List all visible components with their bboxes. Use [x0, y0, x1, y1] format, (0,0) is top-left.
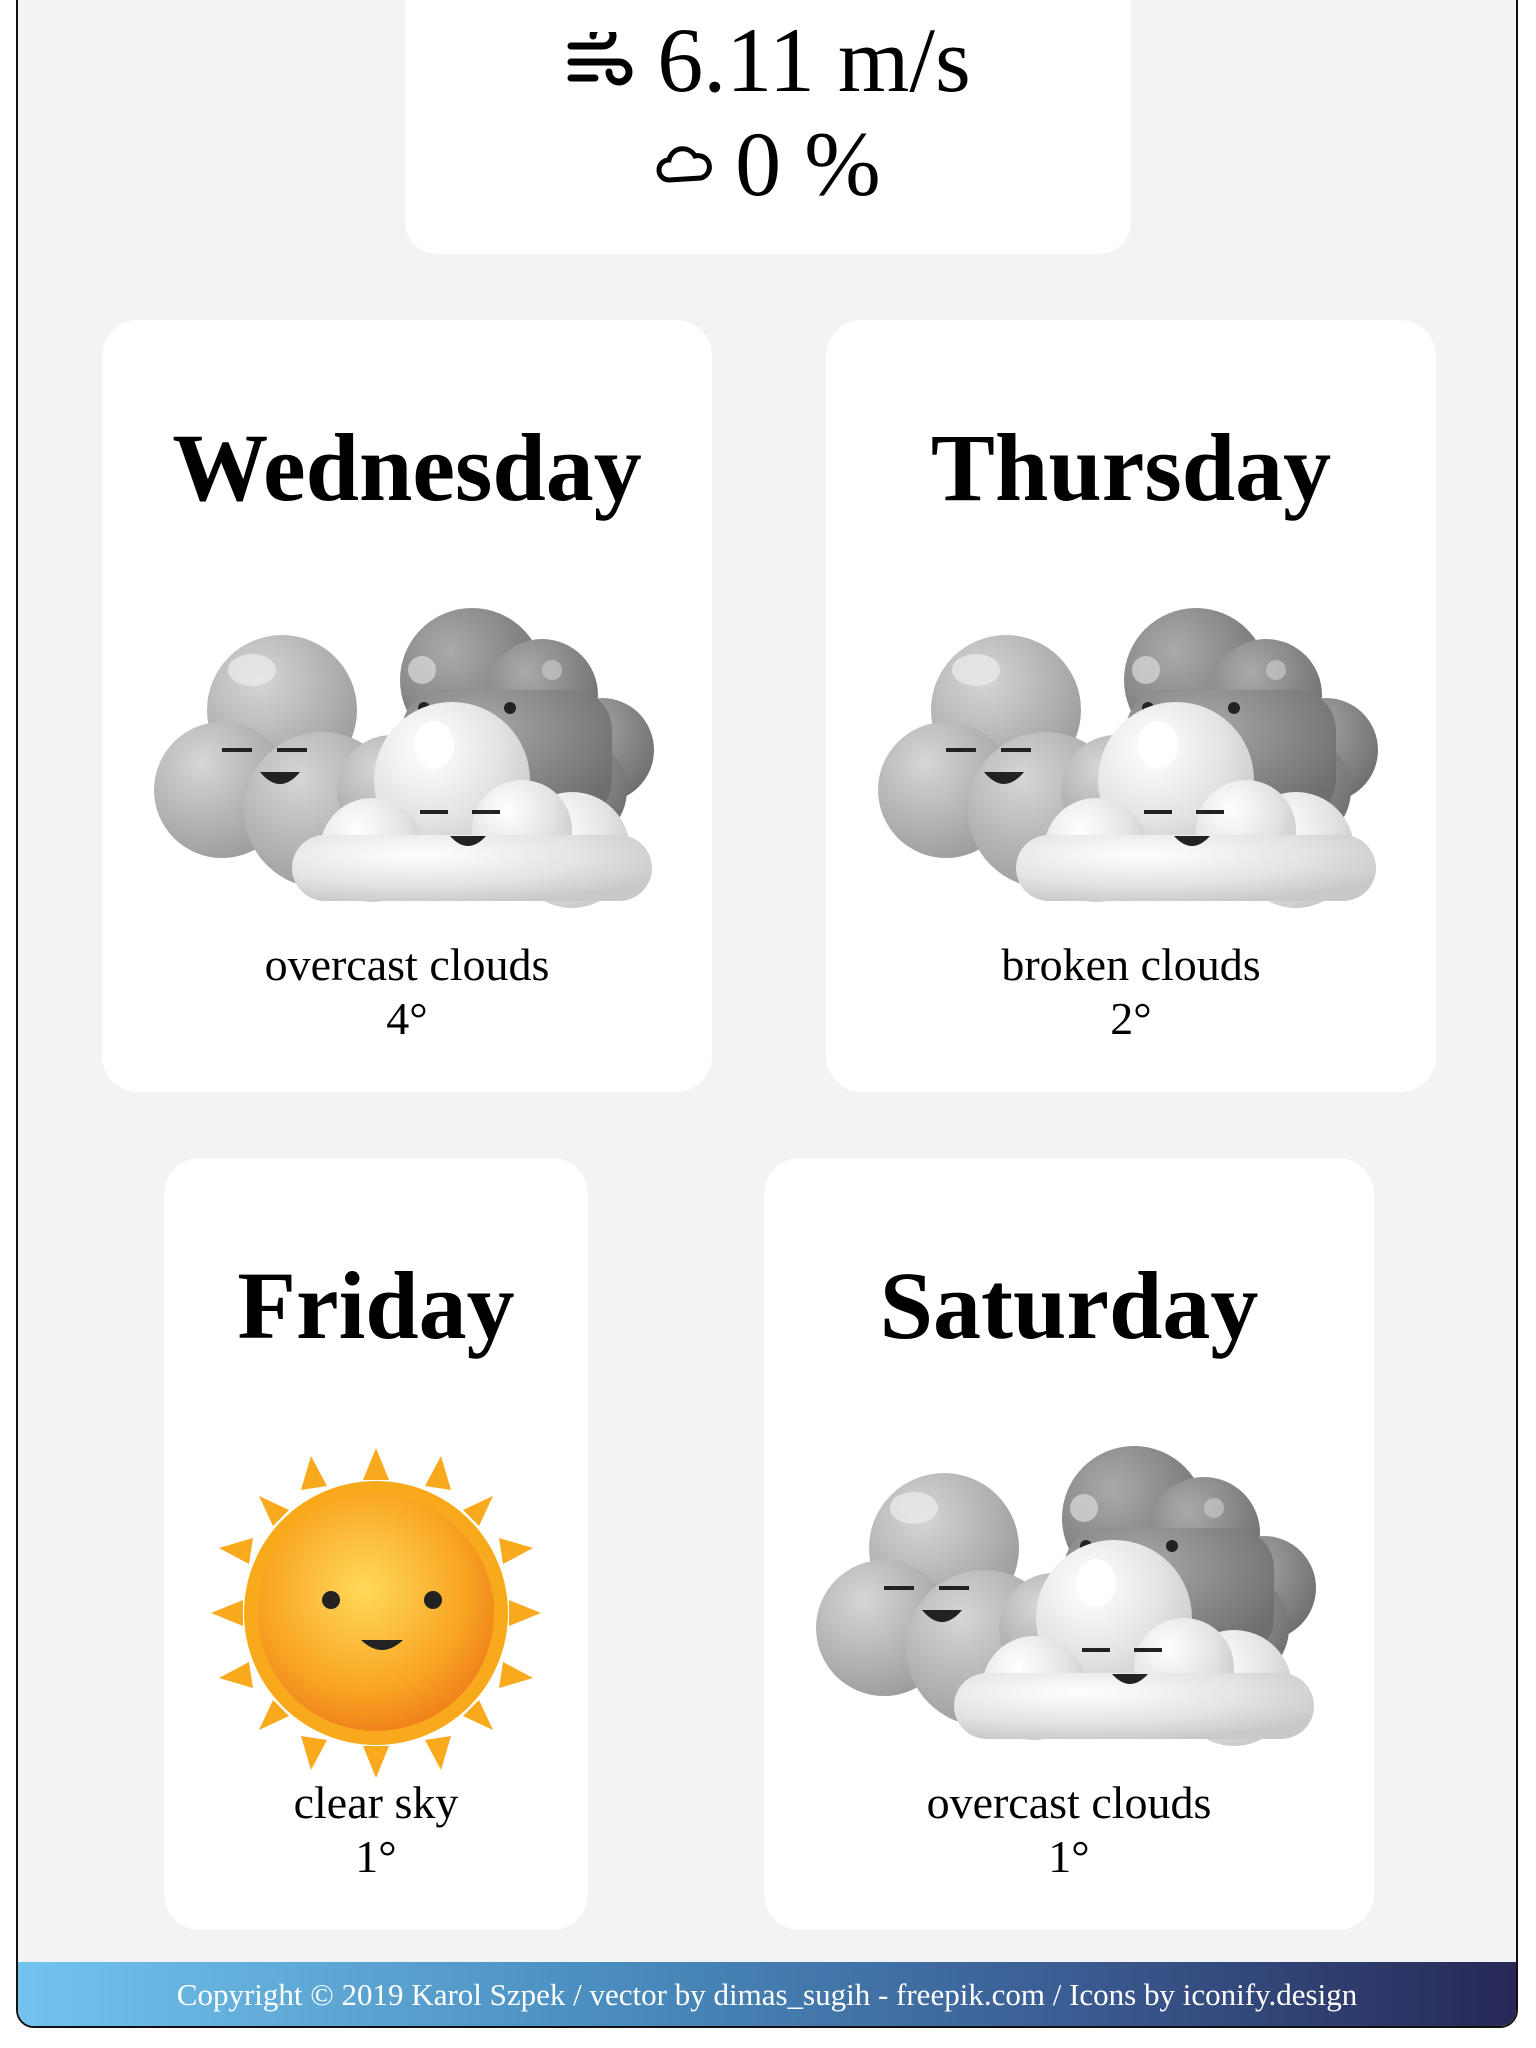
footer-vector-credit-link[interactable]: vector by dimas_sugih - freepik.com	[590, 1977, 1045, 2013]
clouds-row: 0 %	[405, 118, 1131, 210]
clouds-icon	[154, 608, 654, 908]
footer-copyright: Copyright © 2019 Karol Szpek	[176, 1977, 566, 2012]
forecast-day: Thursday	[930, 414, 1332, 521]
clouds-icon	[878, 608, 1378, 908]
forecast-card-friday: Friday clear sky 1°	[164, 1158, 588, 1930]
footer-icons-credit-link[interactable]: Icons by iconify.design	[1069, 1977, 1357, 2013]
wind-value: 6.11 m/s	[657, 9, 971, 111]
cloud-icon	[655, 142, 713, 186]
forecast-card-wednesday: Wednesday overcast clouds 4°	[102, 320, 712, 1092]
forecast-description: overcast clouds	[926, 1777, 1212, 1828]
forecast-day: Friday	[237, 1252, 515, 1359]
wind-icon	[565, 32, 635, 88]
forecast-description: clear sky	[293, 1777, 459, 1828]
forecast-temperature: 2°	[1110, 993, 1152, 1044]
forecast-temperature: 1°	[355, 1831, 397, 1882]
forecast-temperature: 1°	[1048, 1831, 1090, 1882]
footer-separator: /	[565, 1977, 590, 2012]
sun-icon	[211, 1448, 541, 1778]
forecast-card-thursday: Thursday broken clouds 2°	[826, 320, 1436, 1092]
footer-separator: /	[1044, 1977, 1070, 2012]
forecast-card-saturday: Saturday overcast clouds 1°	[764, 1158, 1374, 1930]
forecast-description: overcast clouds	[264, 939, 550, 990]
footer: Copyright © 2019 Karol Szpek / vector by…	[18, 1962, 1516, 2026]
forecast-temperature: 4°	[386, 993, 428, 1044]
forecast-day: Saturday	[879, 1252, 1259, 1359]
app-frame: 64 % 6.11 m/s 0 % Wednesday over	[16, 0, 1518, 2028]
forecast-description: broken clouds	[1001, 939, 1261, 990]
clouds-icon	[816, 1446, 1316, 1746]
wind-row: 6.11 m/s	[405, 14, 1131, 106]
forecast-day: Wednesday	[172, 414, 642, 521]
current-weather-card: 64 % 6.11 m/s 0 %	[405, 0, 1131, 254]
clouds-value: 0 %	[735, 113, 881, 215]
